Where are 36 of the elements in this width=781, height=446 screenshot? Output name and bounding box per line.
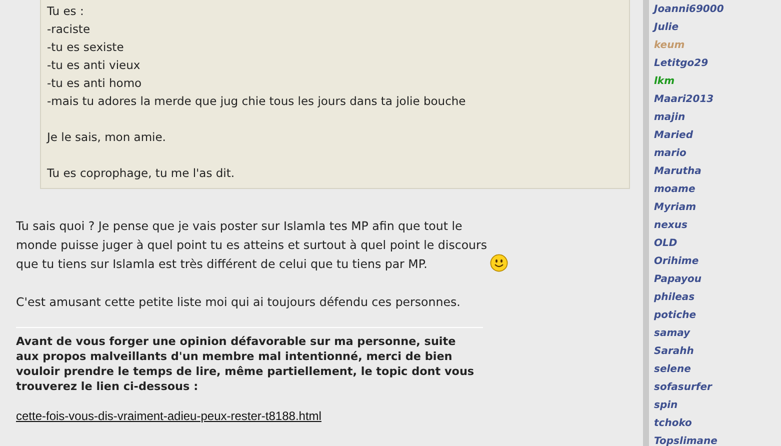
member-link[interactable]: Maari2013	[654, 91, 724, 109]
member-link[interactable]: Marutha	[654, 163, 724, 181]
signature-link[interactable]: cette-fois-vous-dis-vraiment-adieu-peux-rester-t8188.html	[16, 409, 322, 423]
member-link[interactable]: Myriam	[654, 199, 724, 217]
quote-line: Je le sais, mon amie.	[47, 129, 167, 146]
member-link[interactable]: Julie	[654, 19, 724, 37]
member-link[interactable]: majin	[654, 109, 724, 127]
member-link[interactable]: tchoko	[654, 415, 724, 433]
member-link[interactable]: samay	[654, 325, 724, 343]
member-link[interactable]: Joanni69000	[654, 1, 724, 19]
member-link[interactable]: moame	[654, 181, 724, 199]
member-link[interactable]: Topslimane	[654, 433, 724, 446]
member-link[interactable]: Sarahh	[654, 343, 724, 361]
quote-line: Tu es coprophage, tu me l'as dit.	[47, 165, 236, 182]
quote-line: Tu es :	[47, 3, 85, 20]
quote-line: -raciste	[47, 21, 92, 38]
member-link[interactable]: OLD	[654, 235, 724, 253]
post-paragraph: C'est amusant cette petite liste moi qui ai toujours défendu ces personnes.	[16, 294, 462, 311]
quote-line: -tu es sexiste	[47, 39, 125, 56]
member-link[interactable]: mario	[654, 145, 724, 163]
member-link[interactable]: selene	[654, 361, 724, 379]
signature-text: Avant de vous forger une opinion défavorable sur ma personne, suite aux propos malveillants d'un membre mal intentionné, merci de bien vouloir prendre le temps de lire, même partiellement, le topic dont vous trouverez le lien ci-dessous :	[16, 334, 476, 394]
quote-line: -tu es anti homo	[47, 75, 143, 92]
member-link[interactable]: spin	[654, 397, 724, 415]
member-link[interactable]: phileas	[654, 289, 724, 307]
smiley-icon	[490, 254, 508, 272]
member-link[interactable]: Papayou	[654, 271, 724, 289]
member-link[interactable]: potiche	[654, 307, 724, 325]
post-paragraph: Tu sais quoi ? Je pense que je vais poster sur Islamla tes MP afin que tout le monde puisse juger à quel point tu es atteins et surtout à quel point le discours que tu tiens sur Islamla est très différent de celui que tu tiens par MP.	[16, 218, 488, 273]
member-link[interactable]: Letitgo29	[654, 55, 724, 73]
member-link[interactable]: nexus	[654, 217, 724, 235]
quote-line: -mais tu adores la merde que jug chie tous les jours dans ta jolie bouche	[47, 93, 467, 110]
member-link[interactable]: sofasurfer	[654, 379, 724, 397]
member-link[interactable]: Maried	[654, 127, 724, 145]
member-link[interactable]: Orihime	[654, 253, 724, 271]
quote-line: -tu es anti vieux	[47, 57, 142, 74]
